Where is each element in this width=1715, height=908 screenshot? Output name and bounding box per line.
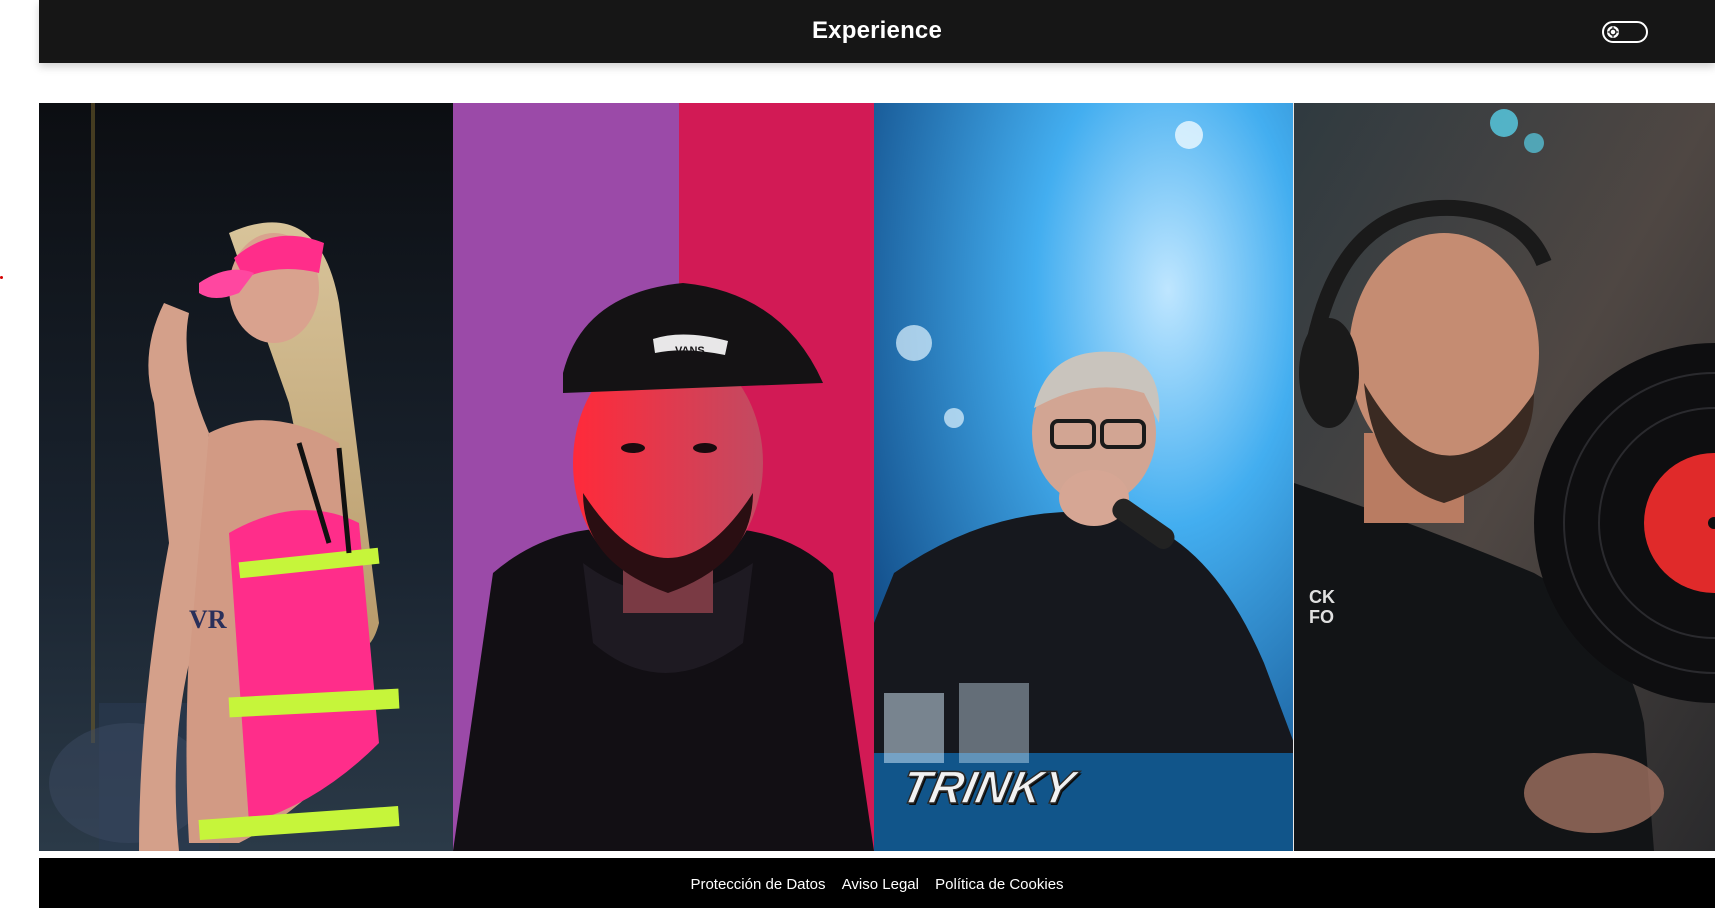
svg-text:VANS: VANS (675, 345, 705, 357)
svg-text:FO: FO (1309, 607, 1334, 627)
theme-toggle-switch[interactable] (1602, 21, 1648, 43)
red-dot-marker (0, 276, 3, 279)
gear-icon (1607, 26, 1619, 38)
site-title: Experience (811, 17, 943, 44)
top-header-bar: Experience (39, 0, 1715, 63)
gallery-item-artist-portrait[interactable]: VANS (453, 103, 874, 851)
gallery-item-mc-performer[interactable]: TRINKY TRINKY (874, 103, 1294, 851)
photo-gallery: VR VANS TRINKY TRINKY CK FO (39, 103, 1715, 851)
dj-vinyl-photo: CK FO (1294, 103, 1715, 851)
svg-text:CK: CK (1309, 587, 1335, 607)
footer-link-cookie-policy[interactable]: Política de Cookies (935, 876, 1063, 893)
footer-links: Protección de Datos Aviso Legal Política… (39, 876, 1715, 893)
mc-performer-photo: TRINKY TRINKY (874, 103, 1293, 851)
trinky-caption: TRINKY (897, 761, 1083, 812)
svg-text:VR: VR (189, 605, 227, 634)
footer-bar: Protección de Datos Aviso Legal Política… (39, 858, 1715, 908)
artist-portrait-photo: VANS (453, 103, 874, 851)
footer-link-legal-notice[interactable]: Aviso Legal (842, 876, 919, 893)
gallery-item-performer[interactable]: VR (39, 103, 453, 851)
performer-photo: VR (39, 103, 453, 851)
gallery-item-dj-vinyl[interactable]: CK FO (1294, 103, 1715, 851)
footer-link-data-protection[interactable]: Protección de Datos (690, 876, 825, 893)
